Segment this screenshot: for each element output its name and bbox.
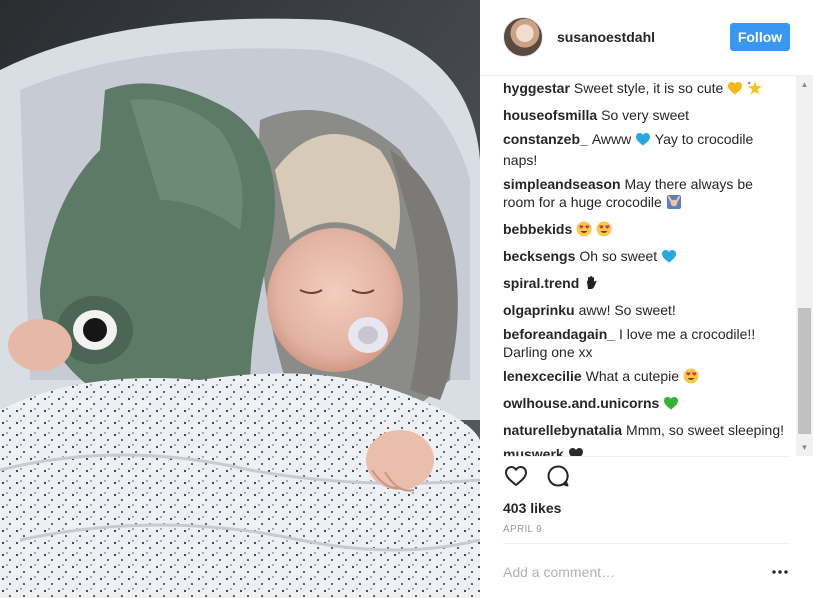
comment-item: hyggestar Sweet style, it is so cute	[503, 79, 786, 100]
comment-text: Awww	[591, 131, 632, 147]
comment-author-link[interactable]: constanzeb_	[503, 131, 588, 147]
scroll-down-arrow-icon[interactable]: ▼	[796, 439, 813, 456]
heart-outline-icon[interactable]	[503, 463, 529, 489]
comment-item: becksengs Oh so sweet	[503, 247, 786, 268]
comment-item: houseofsmilla So very sweet	[503, 106, 786, 124]
comment-author-link[interactable]: hyggestar	[503, 80, 570, 96]
comment-item: lenexcecilie What a cutepie	[503, 367, 786, 388]
comment-author-link[interactable]: simpleandseason	[503, 176, 621, 192]
username-link[interactable]: susanoestdahl	[557, 29, 655, 45]
blue-heart-icon	[661, 248, 677, 268]
green-heart-icon	[663, 395, 679, 415]
heart-eyes-icon	[683, 368, 699, 388]
comments-list: hyggestar Sweet style, it is so cute hous…	[503, 76, 786, 456]
comment-item: owlhouse.and.unicorns	[503, 394, 786, 415]
comment-author-link[interactable]: naturellebynatalia	[503, 422, 622, 438]
comment-text: Oh so sweet	[579, 248, 658, 264]
comment-item: simpleandseason May there always be room …	[503, 175, 786, 214]
avatar[interactable]	[503, 17, 543, 57]
comment-item: muswerk	[503, 445, 786, 456]
comment-author-link[interactable]: olgaprinku	[503, 302, 575, 318]
comment-item: naturellebynatalia Mmm, so sweet sleeping…	[503, 421, 786, 439]
follow-button[interactable]: Follow	[730, 23, 790, 51]
raising-hands-icon	[666, 194, 682, 214]
comment-author-link[interactable]: beforeandagain_	[503, 326, 615, 342]
blue-heart-icon	[635, 131, 651, 151]
likes-count[interactable]: 403 likes	[503, 500, 561, 516]
comment-item: bebbekids	[503, 220, 786, 241]
comment-text: So very sweet	[601, 107, 690, 123]
comment-text: What a cutepie	[585, 368, 680, 384]
heart-eyes-icon	[576, 221, 592, 241]
post-date[interactable]: APRIL 9	[503, 524, 542, 535]
scroll-thumb[interactable]	[798, 308, 811, 434]
sparkle-star-icon	[747, 80, 763, 100]
comment-author-link[interactable]: lenexcecilie	[503, 368, 582, 384]
comment-author-link[interactable]: houseofsmilla	[503, 107, 597, 123]
divider	[503, 543, 790, 544]
post-details-panel: susanoestdahl Follow hyggestar Sweet styl…	[480, 0, 813, 598]
post-header: susanoestdahl Follow	[480, 0, 813, 76]
comment-author-link[interactable]: muswerk	[503, 446, 564, 456]
comment-author-link[interactable]: bebbekids	[503, 221, 572, 237]
comment-text: Mmm, so sweet sleeping!	[626, 422, 784, 438]
comment-item: olgaprinku aww! So sweet!	[503, 301, 786, 319]
comment-author-link[interactable]: becksengs	[503, 248, 575, 264]
comment-item: constanzeb_ Awww Yay to crocodile naps!	[503, 130, 786, 169]
raised-hand-icon	[583, 275, 599, 295]
comment-item: beforeandagain_ I love me a crocodile!! D…	[503, 325, 786, 361]
sleeping-baby-photo	[0, 0, 480, 598]
comments-scrollbar[interactable]: ▲ ▼	[796, 76, 813, 456]
add-comment-input[interactable]	[503, 560, 743, 584]
post-actions	[503, 463, 571, 491]
speech-bubble-icon[interactable]	[545, 463, 571, 489]
scroll-up-arrow-icon[interactable]: ▲	[796, 76, 813, 93]
comment-author-link[interactable]: spiral.trend	[503, 275, 579, 291]
comment-text: Sweet style, it is so cute	[573, 80, 724, 96]
divider	[503, 456, 790, 457]
black-heart-icon	[568, 446, 584, 456]
yellow-heart-icon	[727, 80, 743, 100]
comment-item: spiral.trend	[503, 274, 786, 295]
ellipsis-icon[interactable]	[770, 562, 790, 582]
comment-author-link[interactable]: owlhouse.and.unicorns	[503, 395, 659, 411]
post-photo[interactable]	[0, 0, 480, 598]
heart-eyes-icon	[596, 221, 612, 241]
comment-text: aww! So sweet!	[578, 302, 676, 318]
